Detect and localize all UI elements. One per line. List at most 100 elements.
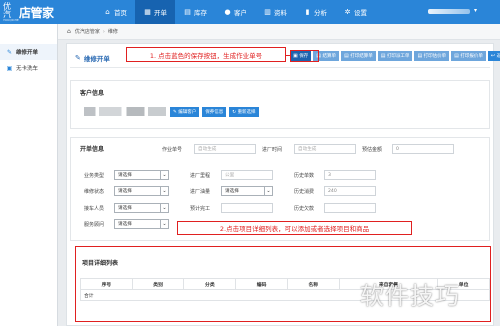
advisor-select[interactable]: 请选择 ⌄ <box>114 219 169 229</box>
nav-label: 设置 <box>354 9 367 17</box>
nav-item-0[interactable]: ⌂ 首页 <box>95 0 135 24</box>
finish-field[interactable] <box>221 203 273 213</box>
chart-icon: ▮ <box>305 8 310 16</box>
toolbar-button-4[interactable]: ▤ 打印估价单 <box>414 51 450 61</box>
toolbar-button-label: 打印结算单 <box>350 54 373 59</box>
customer-button-2[interactable]: ↻ 重新选择 <box>229 107 259 117</box>
toolbar-icon: ▤ <box>343 53 349 59</box>
toolbar-button-label: 返回 <box>496 54 500 59</box>
toolbar-button-label: 打印估价单 <box>423 54 447 59</box>
sidebar-item-label: 无卡洗车 <box>16 66 39 72</box>
button-icon: ↻ <box>232 109 237 115</box>
nav-label: 客户 <box>234 9 247 17</box>
toolbar-icon: ↩ <box>490 53 496 59</box>
nav-label: 库存 <box>194 9 207 17</box>
page-title: ✎ 维修开单 <box>75 54 110 63</box>
annotation-highlight-save <box>290 50 319 62</box>
receiver-select[interactable]: 请选择 ⌄ <box>114 203 169 213</box>
home-icon[interactable]: ⌂ <box>67 28 71 35</box>
sidebar-item-0[interactable]: ✎ 维修开单 <box>0 44 57 60</box>
sidebar-item-1[interactable]: ▣ 无卡洗车 <box>0 60 57 76</box>
work-no-label: 作业单号 <box>162 147 183 153</box>
nav-item-6[interactable]: ✲ 设置 <box>335 0 375 24</box>
button-icon: ✎ <box>173 109 177 115</box>
app-logo[interactable]: 优汽 YOUQICHE 店管家 <box>3 1 57 22</box>
chevron-down-icon: ⌄ <box>264 187 272 195</box>
breadcrumb-current: 维修 <box>107 29 118 35</box>
order-info-title: 开单信息 <box>80 146 105 153</box>
enter-time-field[interactable]: 自动生成 <box>294 144 356 154</box>
nav-label: 首页 <box>114 9 127 17</box>
customer-name-blurred <box>84 107 166 116</box>
history-debt-label: 历史欠款 <box>294 206 315 212</box>
toolbar-icon: ▤ <box>417 53 423 59</box>
toolbar-icon: ▤ <box>454 53 459 59</box>
user-name-blurred[interactable] <box>428 9 470 14</box>
breadcrumb-home[interactable]: 优汽店管家 <box>75 28 100 35</box>
nav-label: 开单 <box>154 9 167 17</box>
mileage-field[interactable]: 公里 <box>221 170 273 180</box>
annotation-step-1: 1. 点击蓝色的保存按钮，生成作业单号 <box>126 47 286 62</box>
history-spend-field: 240 <box>324 186 376 196</box>
sidebar-item-label: 维修开单 <box>16 50 39 56</box>
chevron-down-icon: ⌄ <box>160 204 168 212</box>
customer-button-label: 保养信息 <box>205 110 224 115</box>
customer-button-label: 重新选择 <box>237 110 256 115</box>
fuel-select[interactable]: 请选择 ⌄ <box>221 186 273 196</box>
action-toolbar: ▣保存▤结算单▤打印结算单▤打印派工单▤打印估价单▤打印报价单↩返回 <box>290 51 500 61</box>
logo-brand: 优汽 YOUQICHE <box>3 1 19 22</box>
wrench-icon: ✎ <box>6 48 13 56</box>
cart-icon: ▤ <box>184 8 191 16</box>
customer-info-title: 客户信息 <box>80 90 105 97</box>
home-icon: ⌂ <box>105 8 110 16</box>
chevron-down-icon: ⌄ <box>160 187 168 195</box>
title-divider <box>70 67 490 68</box>
nav-item-3[interactable]: ● 客户 <box>215 0 255 24</box>
finish-label: 预计完工 <box>190 206 211 212</box>
advisor-label: 服务顾问 <box>84 222 105 228</box>
main-nav: ⌂ 首页 ▦ 开单 ▤ 库存 ● 客户 ▥ 资料 ▮ 分析 ✲ 设置 <box>95 0 375 24</box>
repair-status-select[interactable]: 请选择 ⌄ <box>114 186 169 196</box>
watermark: 软件技巧 <box>360 282 460 310</box>
toolbar-button-3[interactable]: ▤ 打印派工单 <box>377 51 413 61</box>
nav-item-1[interactable]: ▦ 开单 <box>135 0 175 24</box>
work-no-field[interactable]: 自动生成 <box>194 144 256 154</box>
toolbar-button-label: 结算单 <box>322 54 336 59</box>
sidebar: ✎ 维修开单 ▣ 无卡洗车 <box>0 24 58 326</box>
toolbar-button-2[interactable]: ▤ 打印结算单 <box>340 51 376 61</box>
breadcrumb: ⌂ 优汽店管家 › 维修 <box>58 24 500 40</box>
nav-item-5[interactable]: ▮ 分析 <box>295 0 335 24</box>
nav-item-4[interactable]: ▥ 资料 <box>255 0 295 24</box>
nav-label: 资料 <box>274 9 287 17</box>
toolbar-button-label: 打印派工单 <box>386 54 410 59</box>
toolbar-button-6[interactable]: ↩返回 <box>487 51 500 61</box>
logo-title: 店管家 <box>19 5 54 20</box>
biz-type-select[interactable]: 请选择 ⌄ <box>114 170 169 180</box>
customer-button-0[interactable]: ✎ 编辑客户 <box>170 107 200 117</box>
chevron-down-icon: ⌄ <box>160 171 168 179</box>
grid-icon: ▦ <box>144 8 151 16</box>
user-icon: ● <box>224 8 231 16</box>
repair-status-label: 维修状态 <box>84 189 105 195</box>
list-icon: ▥ <box>264 8 271 16</box>
fuel-label: 进厂油量 <box>190 189 211 195</box>
prepay-field[interactable]: 0 <box>392 144 454 154</box>
customer-info-section <box>70 80 490 129</box>
customer-button-1[interactable]: 保养信息 <box>202 107 227 117</box>
toolbar-button-5[interactable]: ▤ 打印报价单 <box>451 51 486 61</box>
gear-icon: ✲ <box>344 8 351 16</box>
annotation-step-2: 2.点击项目详细列表，可以添加或者选择项目和商品 <box>177 221 412 235</box>
receiver-label: 接车人员 <box>84 206 105 212</box>
nav-label: 分析 <box>314 9 327 17</box>
history-spend-label: 历史消费 <box>294 189 315 195</box>
prepay-label: 预估金额 <box>362 147 383 153</box>
history-debt-field <box>324 203 376 213</box>
enter-time-label: 进厂时间 <box>262 147 283 153</box>
nav-item-2[interactable]: ▤ 库存 <box>175 0 215 24</box>
chevron-down-icon[interactable]: ▾ <box>474 7 477 14</box>
customer-actions: ✎ 编辑客户 保养信息 ↻ 重新选择 <box>170 107 259 117</box>
chevron-down-icon: ⌄ <box>160 220 168 228</box>
toolbar-icon: ▤ <box>380 53 386 59</box>
history-count-label: 历史单数 <box>294 173 315 179</box>
toolbar-button-label: 打印报价单 <box>460 54 483 59</box>
